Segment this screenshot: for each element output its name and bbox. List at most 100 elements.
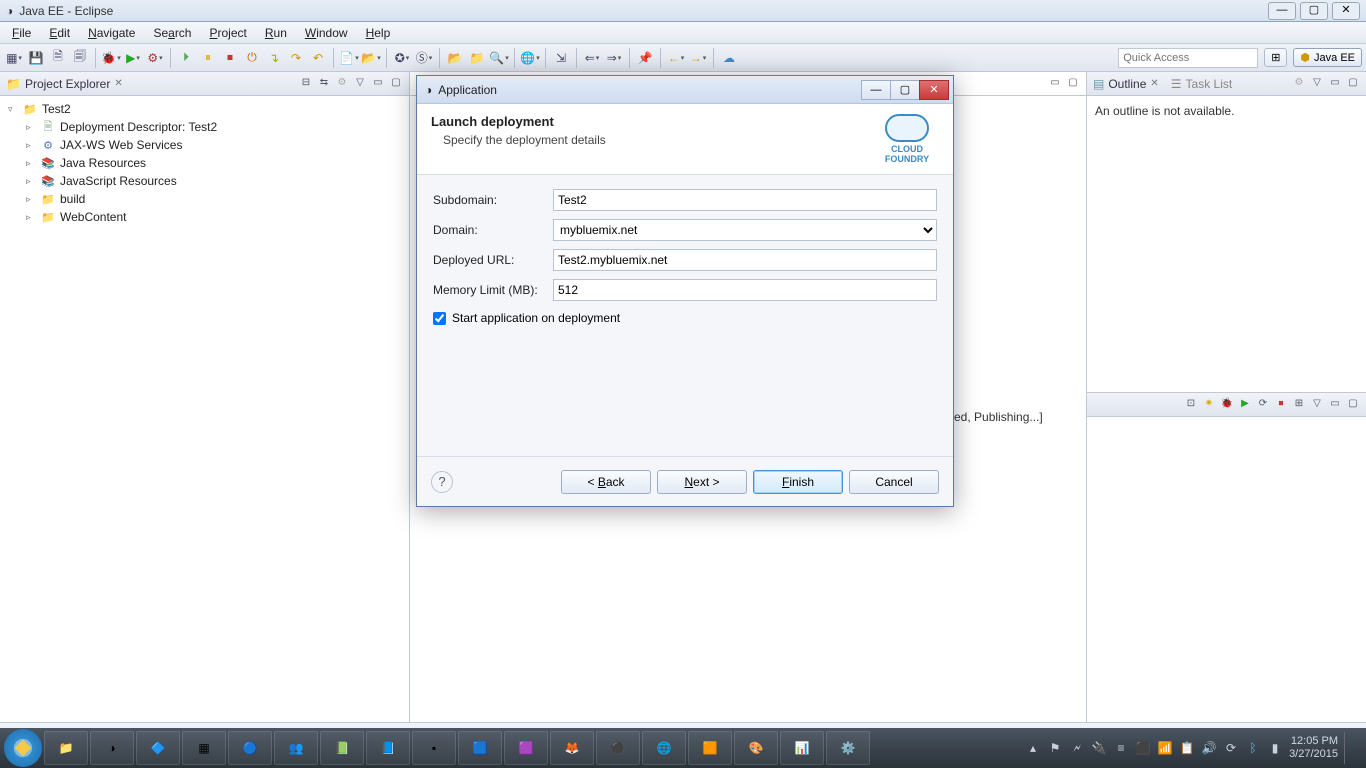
cancel-button[interactable]: Cancel bbox=[849, 470, 939, 494]
tray-icon[interactable]: ⬛ bbox=[1135, 740, 1151, 756]
taskbar-eclipse[interactable]: ◑ bbox=[90, 731, 134, 765]
taskbar-cmd[interactable]: ▪ bbox=[412, 731, 456, 765]
annotation-prev-button[interactable]: ⇐ bbox=[582, 48, 602, 68]
new-wizard-button[interactable]: 📂 bbox=[361, 48, 381, 68]
tray-icon[interactable]: 📋 bbox=[1179, 740, 1195, 756]
web-button[interactable]: 🌐 bbox=[520, 48, 540, 68]
taskbar-app[interactable]: 🟪 bbox=[504, 731, 548, 765]
menu-file[interactable]: File bbox=[4, 24, 39, 42]
resume-button[interactable]: ⏵ bbox=[176, 48, 196, 68]
domain-select[interactable]: mybluemix.net bbox=[553, 219, 937, 241]
view-close-icon[interactable]: ✕ bbox=[1150, 78, 1158, 89]
expand-icon[interactable]: ▹ bbox=[26, 212, 36, 223]
forward-button[interactable]: → bbox=[688, 48, 708, 68]
tray-bluetooth-icon[interactable]: ᛒ bbox=[1245, 740, 1261, 756]
pin-button[interactable]: 📌 bbox=[635, 48, 655, 68]
subdomain-input[interactable] bbox=[553, 189, 937, 211]
minimize-button[interactable]: — bbox=[1268, 2, 1296, 20]
action-icon[interactable]: ⊡ bbox=[1184, 398, 1198, 412]
taskbar-paint[interactable]: 🎨 bbox=[734, 731, 778, 765]
maximize-view-icon[interactable]: ▢ bbox=[1346, 398, 1360, 412]
action-icon[interactable]: 🐞 bbox=[1220, 398, 1234, 412]
taskbar-app[interactable]: 👥 bbox=[274, 731, 318, 765]
tree-item[interactable]: ▹📚Java Resources bbox=[18, 154, 409, 172]
quick-access-input[interactable] bbox=[1118, 48, 1258, 68]
dialog-titlebar[interactable]: ◑ Application — ▢ ✕ bbox=[417, 76, 953, 104]
git-button[interactable]: ✪ bbox=[392, 48, 412, 68]
menu-window[interactable]: Window bbox=[297, 24, 356, 42]
taskbar-app[interactable]: 📗 bbox=[320, 731, 364, 765]
next-button[interactable]: Next > bbox=[657, 470, 747, 494]
outline-action-icon[interactable]: ⚙ bbox=[1292, 77, 1306, 91]
maximize-view-icon[interactable]: ▢ bbox=[389, 77, 403, 91]
start-on-deploy-checkbox[interactable] bbox=[433, 312, 446, 325]
action-icon[interactable]: ⏹ bbox=[1274, 398, 1288, 412]
taskbar-firefox[interactable]: 🦊 bbox=[550, 731, 594, 765]
minimize-view-icon[interactable]: ▭ bbox=[1328, 398, 1342, 412]
menu-search[interactable]: Search bbox=[145, 24, 199, 42]
tray-icon[interactable]: ≡ bbox=[1113, 740, 1129, 756]
new-button[interactable]: ▦ bbox=[4, 48, 24, 68]
terminate-button[interactable]: ⏹ bbox=[220, 48, 240, 68]
open-perspective-button[interactable]: ⊞ bbox=[1264, 48, 1287, 67]
open-task-button[interactable]: 📁 bbox=[467, 48, 487, 68]
tree-project-root[interactable]: ▿ 📁 Test2 bbox=[0, 100, 409, 118]
debug-button[interactable]: 🐞 bbox=[101, 48, 121, 68]
menu-navigate[interactable]: Navigate bbox=[80, 24, 143, 42]
taskbar-app[interactable]: 📊 bbox=[780, 731, 824, 765]
maximize-button[interactable]: ▢ bbox=[1300, 2, 1328, 20]
minimize-view-icon[interactable]: ▭ bbox=[1328, 77, 1342, 91]
tree-item[interactable]: ▹📚JavaScript Resources bbox=[18, 172, 409, 190]
start-button[interactable] bbox=[4, 729, 42, 767]
perspective-javaee[interactable]: ⬢ Java EE bbox=[1293, 48, 1362, 67]
tree-item[interactable]: ▹🗎Deployment Descriptor: Test2 bbox=[18, 118, 409, 136]
back-button[interactable]: < Back bbox=[561, 470, 651, 494]
back-button[interactable]: ← bbox=[666, 48, 686, 68]
tray-icon[interactable]: ⟳ bbox=[1223, 740, 1239, 756]
step-into-button[interactable]: ↴ bbox=[264, 48, 284, 68]
tray-clock[interactable]: 12:05 PM 3/27/2015 bbox=[1289, 735, 1338, 761]
run-button[interactable]: ▶ bbox=[123, 48, 143, 68]
show-desktop-button[interactable] bbox=[1344, 732, 1354, 764]
finish-button[interactable]: Finish bbox=[753, 470, 843, 494]
expand-icon[interactable]: ▹ bbox=[26, 140, 36, 151]
dialog-maximize-button[interactable]: ▢ bbox=[890, 80, 920, 100]
link-editor-icon[interactable]: ⇆ bbox=[317, 77, 331, 91]
toggle-breadcrumb-button[interactable]: ⇲ bbox=[551, 48, 571, 68]
taskbar-app[interactable]: ⚫ bbox=[596, 731, 640, 765]
expand-icon[interactable]: ▿ bbox=[8, 104, 18, 115]
taskbar-app[interactable]: 📘 bbox=[366, 731, 410, 765]
action-icon[interactable]: ▶ bbox=[1238, 398, 1252, 412]
tray-network-icon[interactable]: 📶 bbox=[1157, 740, 1173, 756]
tray-icon[interactable]: 🔌 bbox=[1091, 740, 1107, 756]
action-icon[interactable]: ⟳ bbox=[1256, 398, 1270, 412]
action-icon[interactable]: ✷ bbox=[1202, 398, 1216, 412]
action-icon[interactable]: ⊞ bbox=[1292, 398, 1306, 412]
tray-icon[interactable]: 🗲 bbox=[1069, 740, 1085, 756]
suspend-button[interactable]: ⏸ bbox=[198, 48, 218, 68]
new-server-button[interactable]: 📄 bbox=[339, 48, 359, 68]
taskbar-app[interactable]: 🟧 bbox=[688, 731, 732, 765]
minimize-editor-icon[interactable]: ▭ bbox=[1048, 77, 1062, 91]
taskbar-app[interactable]: 🔷 bbox=[136, 731, 180, 765]
menu-project[interactable]: Project bbox=[201, 24, 254, 42]
tray-volume-icon[interactable]: 🔊 bbox=[1201, 740, 1217, 756]
menu-help[interactable]: Help bbox=[358, 24, 399, 42]
step-over-button[interactable]: ↷ bbox=[286, 48, 306, 68]
tree-item[interactable]: ▹📁WebContent bbox=[18, 208, 409, 226]
tasklist-title[interactable]: Task List bbox=[1186, 77, 1233, 91]
deployed-url-input[interactable] bbox=[553, 249, 937, 271]
cloud-button[interactable]: ☁ bbox=[719, 48, 739, 68]
focus-task-icon[interactable]: ⚙ bbox=[335, 77, 349, 91]
taskbar-app[interactable]: 🟦 bbox=[458, 731, 502, 765]
close-button[interactable]: ✕ bbox=[1332, 2, 1360, 20]
step-return-button[interactable]: ↶ bbox=[308, 48, 328, 68]
tree-item[interactable]: ▹⚙JAX-WS Web Services bbox=[18, 136, 409, 154]
taskbar-app[interactable]: ⚙️ bbox=[826, 731, 870, 765]
taskbar-app[interactable]: 🌐 bbox=[642, 731, 686, 765]
minimize-view-icon[interactable]: ▭ bbox=[371, 77, 385, 91]
tray-up-icon[interactable]: ▴ bbox=[1025, 740, 1041, 756]
view-menu-icon[interactable]: ▽ bbox=[1310, 398, 1324, 412]
expand-icon[interactable]: ▹ bbox=[26, 122, 36, 133]
tray-battery-icon[interactable]: ▮ bbox=[1267, 740, 1283, 756]
